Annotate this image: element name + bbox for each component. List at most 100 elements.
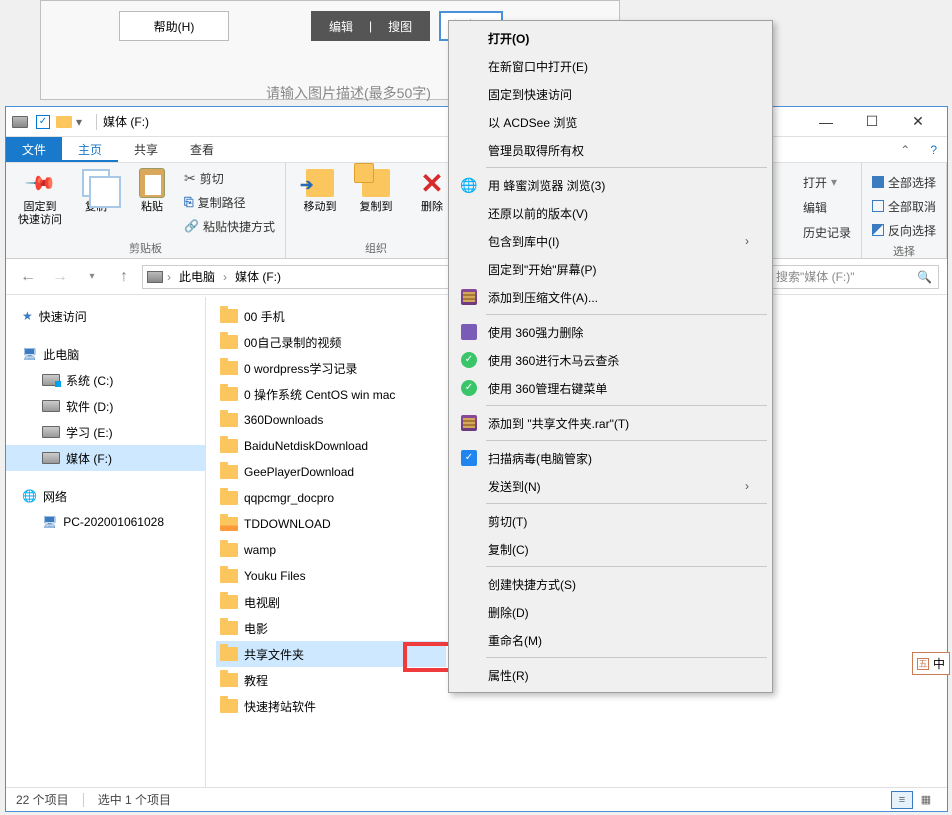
folder-icon [220,361,238,375]
qa-check-icon[interactable]: ✓ [36,115,50,129]
sidebar-drive-f[interactable]: 媒体 (F:) [6,445,205,471]
ctx-open[interactable]: 打开(O) [452,24,769,52]
nav-up-button[interactable]: ↑ [110,263,138,291]
ctx-send-to[interactable]: 发送到(N)› [452,472,769,500]
folder-icon [220,465,238,479]
list-item[interactable]: 电视剧 [216,589,446,615]
sidebar-quick-access[interactable]: ★快速访问 [6,303,205,329]
link-icon: 🔗 [184,219,199,233]
ctx-delete[interactable]: 删除(D) [452,598,769,626]
sidebar-drive-c[interactable]: 系统 (C:) [6,367,205,393]
ctx-create-shortcut[interactable]: 创建快捷方式(S) [452,570,769,598]
list-item[interactable]: TDDOWNLOAD [216,511,446,537]
maximize-button[interactable]: ☐ [849,107,895,137]
search-img-btn[interactable]: 搜图 [380,18,420,35]
list-item[interactable]: 电影 [216,615,446,641]
ctx-pin-quick[interactable]: 固定到快速访问 [452,80,769,108]
360-icon [461,324,477,340]
folder-icon [220,595,238,609]
ctx-cut[interactable]: 剪切(T) [452,507,769,535]
search-icon[interactable]: 🔍 [917,270,932,284]
ctx-open-new-window[interactable]: 在新窗口中打开(E) [452,52,769,80]
paste-shortcut-button[interactable]: 🔗粘贴快捷方式 [184,215,275,237]
list-item[interactable]: 00自己录制的视频 [216,329,446,355]
copy-path-button[interactable]: ⎘复制路径 [184,191,275,213]
nav-back-button[interactable]: ← [14,263,42,291]
language-indicator[interactable]: 五 中 [912,652,950,675]
sidebar-network[interactable]: 🌐网络 [6,483,205,509]
list-item[interactable]: 快速拷站软件 [216,693,446,719]
cut-button[interactable]: ✂剪切 [184,167,275,189]
nav-recent-button[interactable]: ▾ [78,263,106,291]
breadcrumb-pc[interactable]: 此电脑 [175,268,219,285]
ctx-copy[interactable]: 复制(C) [452,535,769,563]
sidebar-drive-d[interactable]: 软件 (D:) [6,393,205,419]
select-invert-button[interactable]: 反向选择 [872,219,936,241]
path-icon: ⎘ [184,195,194,210]
list-item[interactable]: qqpcmgr_docpro [216,485,446,511]
breadcrumb-drive[interactable]: 媒体 (F:) [231,268,285,285]
move-icon [306,169,334,197]
sidebar-this-pc[interactable]: 🖥此电脑 [6,341,205,367]
list-item[interactable]: 0 操作系统 CentOS win mac [216,381,446,407]
ribbon-collapse-icon[interactable]: ⌃ [890,143,920,157]
ctx-360-trojan[interactable]: ✓使用 360进行木马云查杀 [452,346,769,374]
copy-button[interactable]: 复制 [72,167,120,214]
ctx-rename[interactable]: 重命名(M) [452,626,769,654]
ctx-pin-start[interactable]: 固定到"开始"屏幕(P) [452,255,769,283]
ctx-honey-browser[interactable]: 🌐用 蜂蜜浏览器 浏览(3) [452,171,769,199]
sidebar-drive-e[interactable]: 学习 (E:) [6,419,205,445]
list-item-selected[interactable]: 共享文件夹 [216,641,446,667]
folder-icon [220,413,238,427]
ctx-360-delete[interactable]: 使用 360强力删除 [452,318,769,346]
view-details-button[interactable]: ≡ [891,791,913,809]
edit-btn[interactable]: 编辑 [321,18,361,35]
folder-icon [220,647,238,661]
edit-button[interactable]: 编辑 [803,196,851,218]
help-icon[interactable]: ? [920,143,947,157]
move-to-button[interactable]: 移动到 [296,167,344,214]
shield-icon: ✓ [461,450,477,466]
ctx-properties[interactable]: 属性(R) [452,661,769,689]
close-button[interactable]: ✕ [895,107,941,137]
tab-view[interactable]: 查看 [174,137,230,162]
select-none-button[interactable]: 全部取消 [872,195,936,217]
select-all-button[interactable]: 全部选择 [872,171,936,193]
list-item[interactable]: 教程 [216,667,446,693]
qa-dropdown[interactable]: ▾ [76,115,82,129]
cut-icon: ✂ [184,170,196,187]
help-button[interactable]: 帮助(H) [119,11,229,41]
ctx-restore-version[interactable]: 还原以前的版本(V) [452,199,769,227]
list-item[interactable]: BaiduNetdiskDownload [216,433,446,459]
ctx-add-share-rar[interactable]: 添加到 "共享文件夹.rar"(T) [452,409,769,437]
ctx-scan-virus[interactable]: ✓扫描病毒(电脑管家) [452,444,769,472]
ctx-acdsee[interactable]: 以 ACDSee 浏览 [452,108,769,136]
list-item[interactable]: Youku Files [216,563,446,589]
list-item[interactable]: GeePlayerDownload [216,459,446,485]
list-item[interactable]: 00 手机 [216,303,446,329]
status-selected: 选中 1 个项目 [98,791,171,808]
nav-forward-button[interactable]: → [46,263,74,291]
view-icons-button[interactable]: ▦ [915,791,937,809]
history-button[interactable]: 历史记录 [803,221,851,243]
copy-to-button[interactable]: 复制到 [352,167,400,214]
sidebar-network-pc[interactable]: 🖥PC-202001061028 [6,509,205,535]
list-item[interactable]: wamp [216,537,446,563]
pin-quick-access-button[interactable]: 📌 固定到 快速访问 [16,167,64,227]
list-item[interactable]: 360Downloads [216,407,446,433]
tab-home[interactable]: 主页 [62,137,118,162]
ctx-include-library[interactable]: 包含到库中(I)› [452,227,769,255]
window-title: 媒体 (F:) [103,113,149,130]
tab-share[interactable]: 共享 [118,137,174,162]
search-input[interactable]: 搜索"媒体 (F:)" 🔍 [769,265,939,289]
folder-icon [220,439,238,453]
ctx-360-menu[interactable]: ✓使用 360管理右键菜单 [452,374,769,402]
minimize-button[interactable]: — [803,107,849,137]
ctx-admin-own[interactable]: 管理员取得所有权 [452,136,769,164]
paste-button[interactable]: 粘贴 [128,167,176,214]
open-button[interactable]: 打开▾ [803,171,851,193]
list-item[interactable]: 0 wordpress学习记录 [216,355,446,381]
ctx-add-archive[interactable]: 添加到压缩文件(A)... [452,283,769,311]
copyto-icon [362,169,390,197]
tab-file[interactable]: 文件 [6,137,62,162]
